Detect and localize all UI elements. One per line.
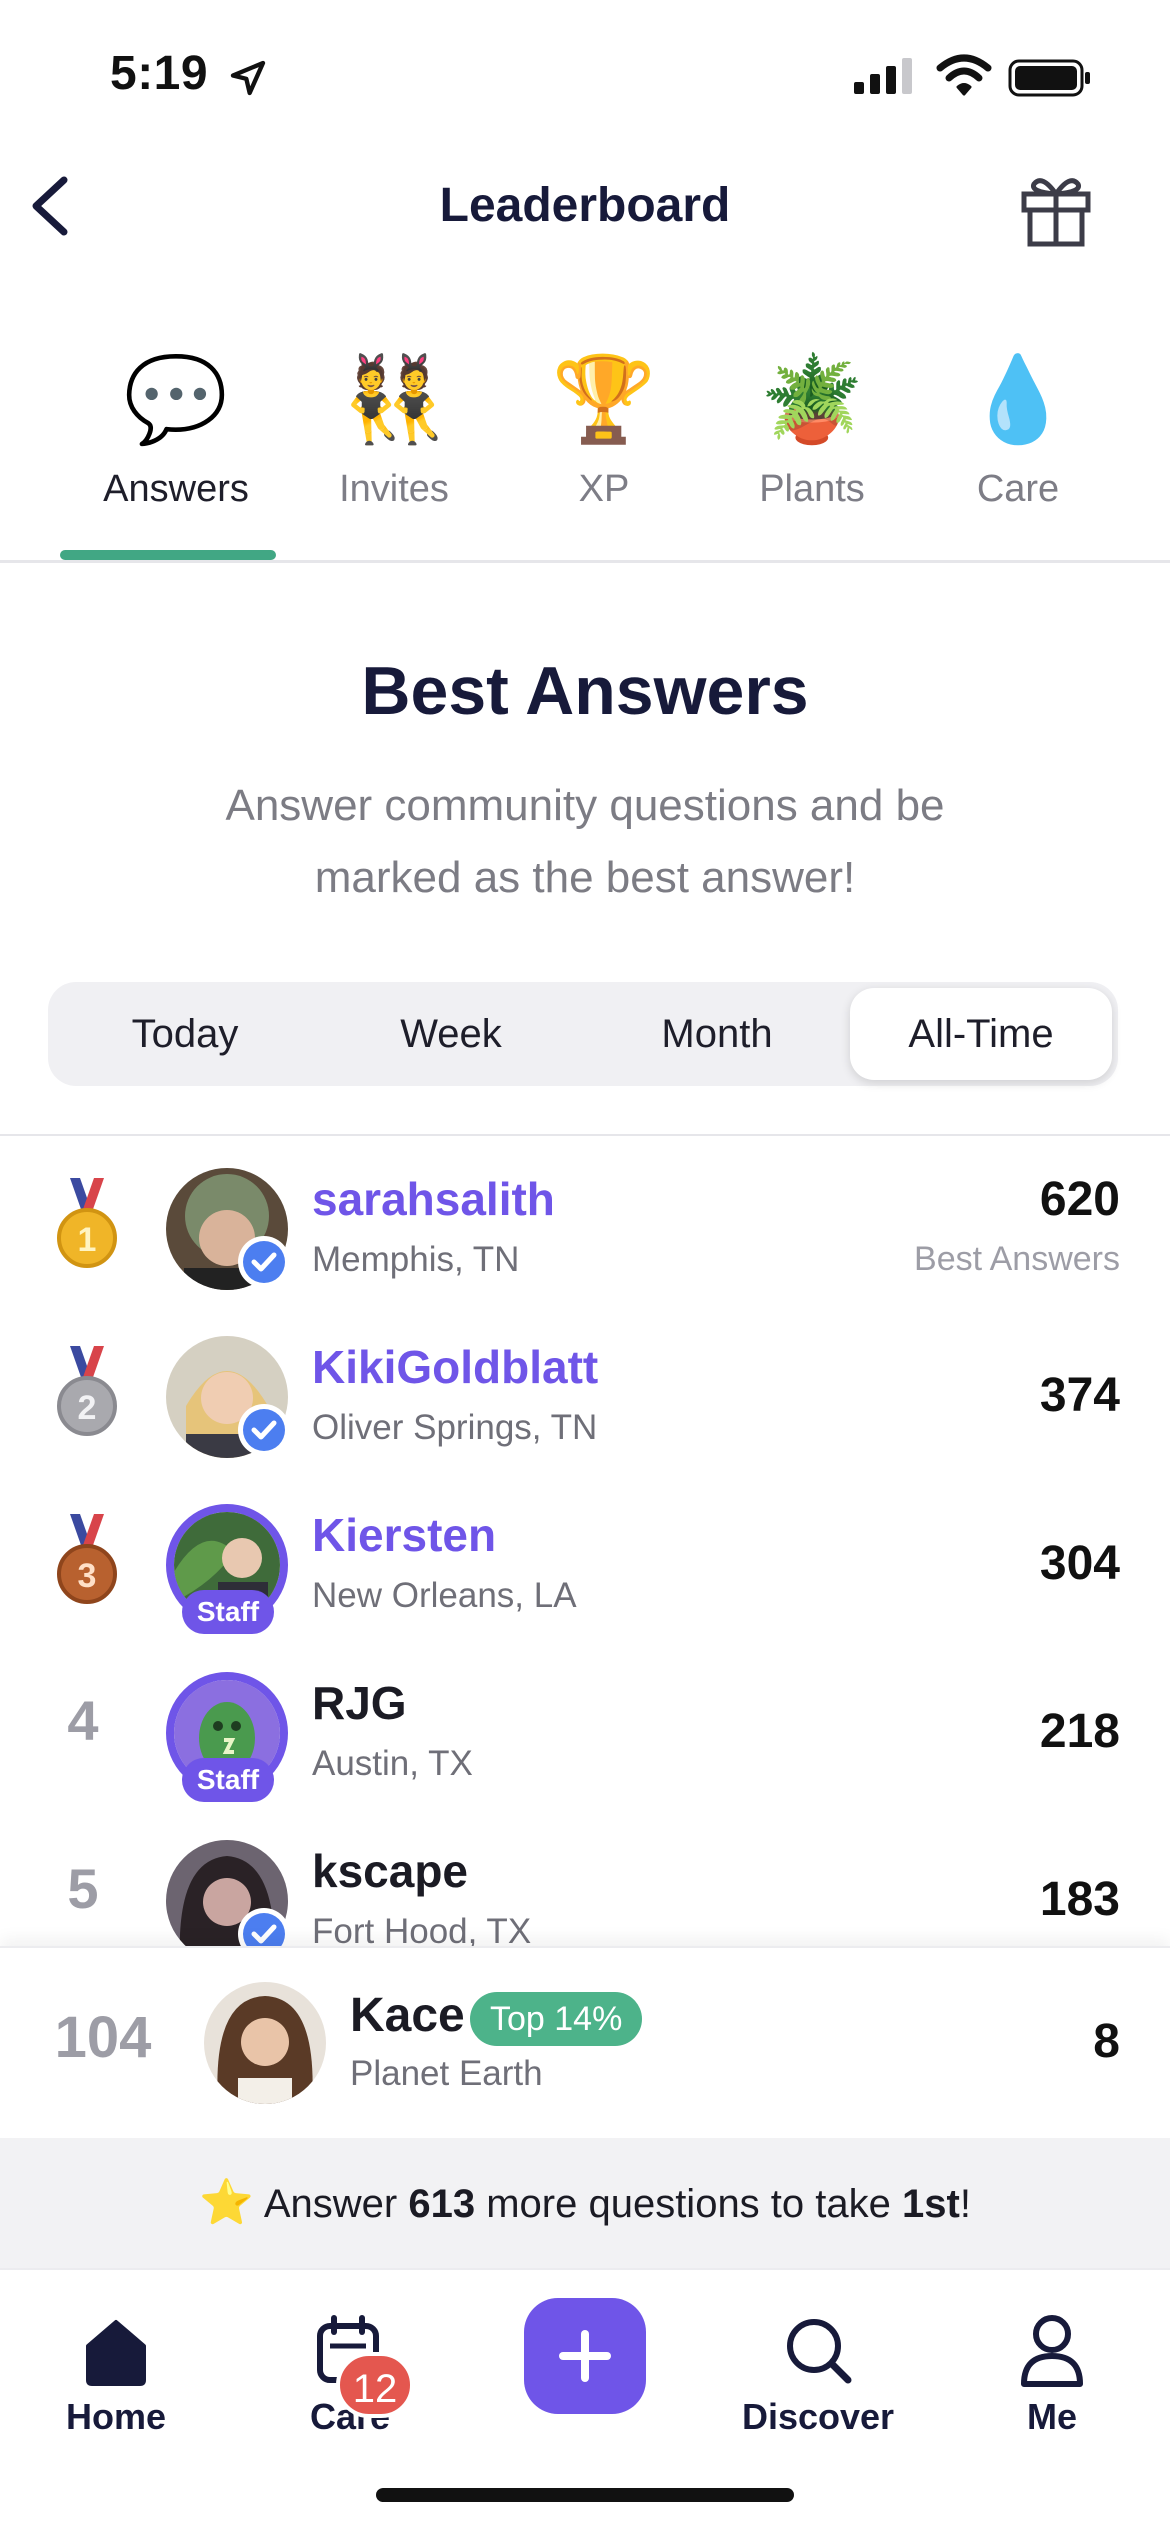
divider	[0, 1134, 1170, 1136]
battery-icon	[1008, 59, 1090, 97]
username[interactable]: KikiGoldblatt	[312, 1340, 598, 1394]
droplet-icon: 💧	[965, 352, 1071, 446]
username[interactable]: sarahsalith	[312, 1172, 555, 1226]
my-username: Kace	[350, 1989, 465, 2042]
cellular-signal-icon	[854, 58, 912, 94]
star-icon: ⭐	[199, 2178, 254, 2227]
score-unit: Best Answers	[914, 1240, 1120, 1278]
tab-invites[interactable]: 👯 Invites	[294, 344, 494, 554]
person-icon	[1021, 2315, 1083, 2387]
goal-hint: ⭐ Answer 613 more questions to take 1st!	[0, 2138, 1170, 2268]
score: 374	[1039, 1369, 1120, 1422]
nav-discover[interactable]: Discover	[718, 2310, 918, 2438]
nav-home[interactable]: Home	[16, 2310, 216, 2438]
leaderboard-row[interactable]: 2 KikiGoldblatt Oliver Springs, TN 374	[0, 1312, 1170, 1480]
wifi-icon	[936, 54, 992, 96]
leaderboard-row[interactable]: 1 sarahsalith Memphis, TN 620 Best Answe…	[0, 1144, 1170, 1312]
score: 183	[1039, 1873, 1120, 1926]
speech-bubble-icon: 💬	[123, 352, 229, 446]
section-subtitle: Answer community questions and be marked…	[225, 781, 945, 902]
staff-badge: Staff	[182, 1758, 274, 1802]
questions-needed: 613	[408, 2182, 476, 2226]
care-count-badge: 12	[336, 2352, 414, 2418]
leaderboard-row[interactable]: 4 Staff RJG Austin, TX 218	[0, 1648, 1170, 1816]
period-month[interactable]: Month	[586, 988, 848, 1080]
user-location: Fort Hood, TX	[312, 1912, 532, 1946]
verified-badge-icon	[238, 1908, 290, 1946]
my-rank-number: 104	[54, 2005, 152, 2070]
location-arrow-icon	[230, 60, 266, 96]
tab-plants[interactable]: 🪴 Plants	[712, 344, 912, 554]
home-icon	[86, 2320, 146, 2386]
username[interactable]: kscape	[312, 1844, 468, 1898]
user-location: New Orleans, LA	[312, 1576, 577, 1615]
home-indicator	[376, 2488, 794, 2502]
rank-number: 5	[67, 1857, 99, 1920]
tab-label: Invites	[339, 468, 449, 510]
plus-icon	[559, 2330, 611, 2382]
page-title: Leaderboard	[439, 179, 731, 232]
score: 218	[1039, 1705, 1120, 1758]
verified-badge-icon	[238, 1404, 290, 1456]
dancers-icon: 👯	[341, 352, 447, 446]
leaderboard-row[interactable]: 5 kscape Fort Hood, TX 183	[0, 1816, 1170, 1946]
tab-label: XP	[578, 468, 630, 510]
tab-care[interactable]: 💧 Care	[918, 344, 1118, 554]
staff-badge: Staff	[182, 1590, 274, 1634]
potted-plant-icon: 🪴	[759, 352, 865, 446]
tab-label: Answers	[103, 468, 249, 510]
status-time: 5:19	[110, 47, 209, 100]
period-all-time[interactable]: All-Time	[850, 988, 1112, 1080]
silver-medal-icon: 2	[57, 1346, 117, 1436]
rank-number: 4	[67, 1689, 99, 1752]
tab-label: Plants	[759, 468, 865, 510]
score: 304	[1039, 1537, 1120, 1590]
add-button[interactable]	[524, 2298, 646, 2414]
tab-xp[interactable]: 🏆 XP	[504, 344, 704, 554]
svg-text:3: 3	[78, 1557, 97, 1595]
username[interactable]: RJG	[312, 1676, 407, 1730]
my-score: 8	[1093, 2015, 1120, 2068]
period-today[interactable]: Today	[54, 988, 316, 1080]
user-location: Memphis, TN	[312, 1240, 520, 1279]
my-rank-row[interactable]: 104 Kace Top 14% Planet Earth 8	[0, 1946, 1170, 2138]
top-percent-badge: Top 14%	[470, 1992, 643, 2046]
leaderboard-row[interactable]: 3 Staff Kiersten New Orleans, LA 304	[0, 1480, 1170, 1648]
tab-answers[interactable]: 💬 Answers	[76, 344, 276, 554]
section-title: Best Answers	[361, 653, 809, 729]
divider	[0, 560, 1170, 563]
svg-text:2: 2	[78, 1389, 97, 1427]
svg-text:1: 1	[78, 1221, 97, 1259]
period-week[interactable]: Week	[320, 988, 582, 1080]
tab-label: Care	[976, 468, 1060, 510]
user-location: Austin, TX	[312, 1744, 473, 1783]
gold-medal-icon: 1	[57, 1178, 117, 1268]
bronze-medal-icon: 3	[57, 1514, 117, 1604]
user-location: Oliver Springs, TN	[312, 1408, 598, 1447]
target-place: 1st	[902, 2182, 960, 2226]
my-location: Planet Earth	[350, 2054, 543, 2093]
verified-badge-icon	[238, 1236, 290, 1288]
trophy-icon: 🏆	[551, 352, 657, 446]
nav-me[interactable]: Me	[952, 2310, 1152, 2438]
search-icon	[787, 2319, 852, 2384]
username[interactable]: Kiersten	[312, 1508, 496, 1562]
avatar[interactable]	[204, 1982, 326, 2104]
active-tab-indicator	[60, 550, 276, 560]
score: 620	[1039, 1173, 1120, 1226]
gift-icon[interactable]	[1016, 170, 1096, 250]
